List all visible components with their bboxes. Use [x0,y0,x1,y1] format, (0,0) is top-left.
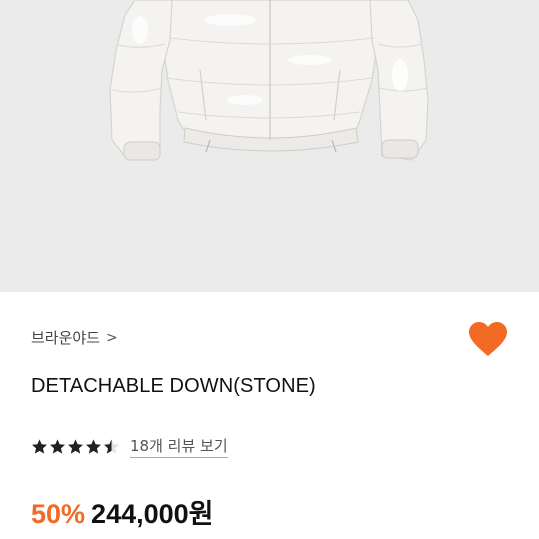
jacket-illustration [109,0,429,161]
rating-stars [31,438,120,455]
brand-link[interactable]: 브라운야드 > [31,327,118,348]
heart-icon[interactable] [468,322,508,358]
chevron-right-icon: > [106,329,118,346]
product-info: 브라운야드 > DETACHABLE DOWN(STONE) 18개 리뷰 보기… [0,292,539,539]
price-row: 50% 244,000원 [31,492,214,531]
half-star-icon [104,439,119,454]
star-icon [32,439,47,454]
star-icon [68,439,83,454]
sale-price: 244,000원 [91,499,214,529]
product-image[interactable] [0,0,539,292]
review-link[interactable]: 18개 리뷰 보기 [130,435,228,458]
star-icon [86,439,101,454]
brand-name: 브라운야드 [31,329,101,347]
rating-row: 18개 리뷰 보기 [31,435,228,458]
star-icon [50,439,65,454]
product-title: DETACHABLE DOWN(STONE) [31,375,316,397]
discount-rate: 50% [31,499,86,529]
